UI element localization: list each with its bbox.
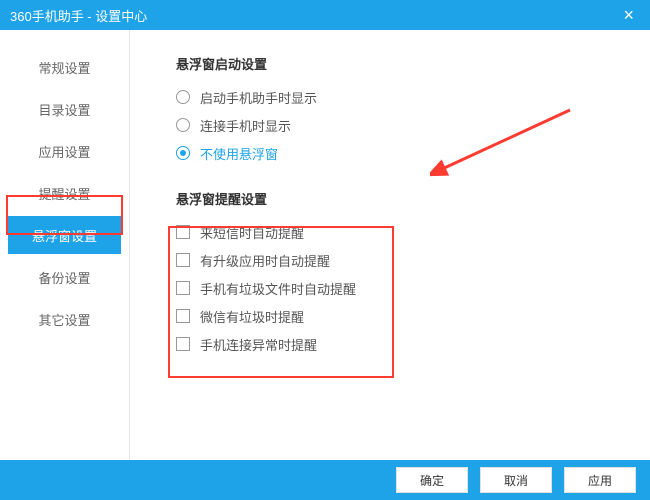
radio-icon xyxy=(176,146,190,160)
check-connection[interactable]: 手机连接异常时提醒 xyxy=(176,330,620,358)
sidebar-item-label: 悬浮窗设置 xyxy=(32,226,97,245)
check-label: 来短信时自动提醒 xyxy=(200,223,304,242)
close-icon[interactable]: × xyxy=(617,5,640,26)
check-group-reminder: 来短信时自动提醒 有升级应用时自动提醒 手机有垃圾文件时自动提醒 微信有垃圾时提… xyxy=(176,218,620,358)
sidebar-item-label: 常规设置 xyxy=(38,58,90,77)
section-title-reminder: 悬浮窗提醒设置 xyxy=(176,189,620,208)
radio-label: 连接手机时显示 xyxy=(200,116,291,135)
titlebar: 360手机助手 - 设置中心 × xyxy=(0,0,650,30)
sidebar-item-backup[interactable]: 备份设置 xyxy=(0,258,129,296)
check-sms[interactable]: 来短信时自动提醒 xyxy=(176,218,620,246)
check-wechat[interactable]: 微信有垃圾时提醒 xyxy=(176,302,620,330)
check-junk[interactable]: 手机有垃圾文件时自动提醒 xyxy=(176,274,620,302)
sidebar: 常规设置 目录设置 应用设置 提醒设置 悬浮窗设置 备份设置 其它设置 xyxy=(0,30,130,460)
check-label: 手机有垃圾文件时自动提醒 xyxy=(200,279,356,298)
body: 常规设置 目录设置 应用设置 提醒设置 悬浮窗设置 备份设置 其它设置 悬浮窗启… xyxy=(0,30,650,460)
sidebar-item-float[interactable]: 悬浮窗设置 xyxy=(8,216,121,254)
footer: 确定 取消 应用 xyxy=(0,460,650,500)
sidebar-item-label: 其它设置 xyxy=(38,310,90,329)
sidebar-item-general[interactable]: 常规设置 xyxy=(0,48,129,86)
checkbox-icon xyxy=(176,337,190,351)
sidebar-item-label: 提醒设置 xyxy=(38,184,90,203)
radio-icon xyxy=(176,118,190,132)
check-upgrade[interactable]: 有升级应用时自动提醒 xyxy=(176,246,620,274)
checkbox-icon xyxy=(176,225,190,239)
check-label: 手机连接异常时提醒 xyxy=(200,335,317,354)
cancel-button[interactable]: 取消 xyxy=(480,467,552,493)
check-label: 有升级应用时自动提醒 xyxy=(200,251,330,270)
check-label: 微信有垃圾时提醒 xyxy=(200,307,304,326)
radio-group-startup: 启动手机助手时显示 连接手机时显示 不使用悬浮窗 xyxy=(176,83,620,167)
sidebar-item-label: 备份设置 xyxy=(38,268,90,287)
radio-disable-float[interactable]: 不使用悬浮窗 xyxy=(176,139,620,167)
ok-button[interactable]: 确定 xyxy=(396,467,468,493)
apply-button[interactable]: 应用 xyxy=(564,467,636,493)
sidebar-item-label: 目录设置 xyxy=(38,100,90,119)
radio-show-on-launch[interactable]: 启动手机助手时显示 xyxy=(176,83,620,111)
radio-show-on-connect[interactable]: 连接手机时显示 xyxy=(176,111,620,139)
checkbox-icon xyxy=(176,281,190,295)
checkbox-icon xyxy=(176,253,190,267)
section-title-startup: 悬浮窗启动设置 xyxy=(176,54,620,73)
sidebar-item-apps[interactable]: 应用设置 xyxy=(0,132,129,170)
window-title: 360手机助手 - 设置中心 xyxy=(10,6,147,25)
radio-icon xyxy=(176,90,190,104)
content: 悬浮窗启动设置 启动手机助手时显示 连接手机时显示 不使用悬浮窗 悬浮窗提醒设置… xyxy=(130,30,650,460)
sidebar-item-directory[interactable]: 目录设置 xyxy=(0,90,129,128)
radio-label: 启动手机助手时显示 xyxy=(200,88,317,107)
sidebar-item-other[interactable]: 其它设置 xyxy=(0,300,129,338)
checkbox-icon xyxy=(176,309,190,323)
sidebar-item-reminder[interactable]: 提醒设置 xyxy=(0,174,129,212)
radio-label: 不使用悬浮窗 xyxy=(200,144,278,163)
sidebar-item-label: 应用设置 xyxy=(38,142,90,161)
